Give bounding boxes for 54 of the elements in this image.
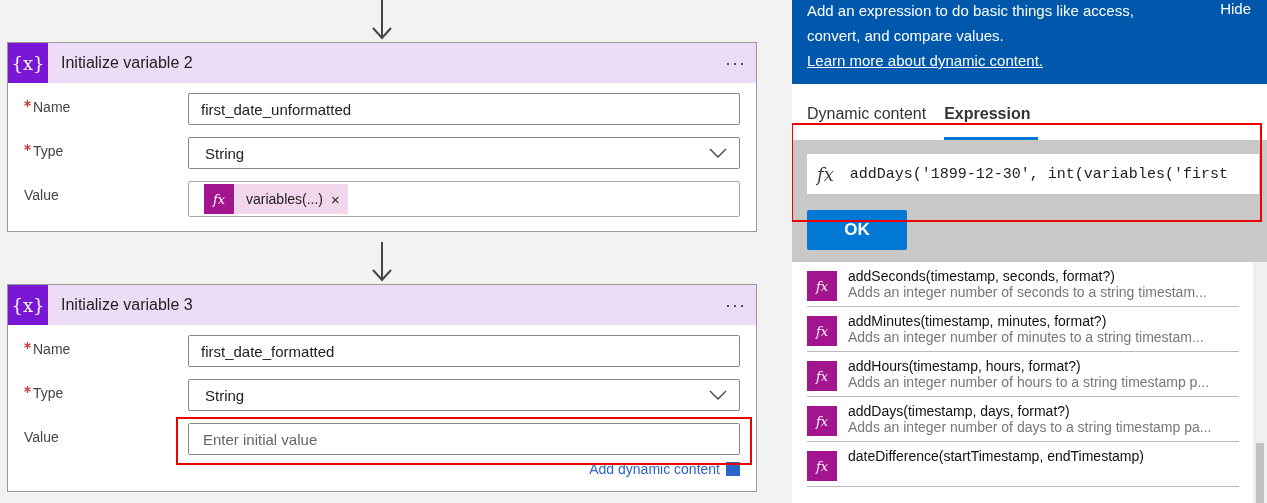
ok-button[interactable]: OK [807, 210, 907, 250]
scrollbar[interactable] [1253, 262, 1267, 503]
function-icon: fx [204, 184, 234, 214]
more-button[interactable]: ··· [715, 294, 756, 316]
panel-tab[interactable]: Dynamic content [807, 105, 927, 140]
type-dropdown[interactable]: String [188, 137, 740, 169]
function-description: Adds an integer number of days to a string timestamp pa... [848, 419, 1212, 435]
function-icon: fx [807, 361, 837, 391]
function-description: Adds an integer number of hours to a string timestamp p... [848, 374, 1210, 390]
more-button[interactable]: ··· [715, 52, 756, 74]
intro-text: Add an expression to do basic things like access, convert, and compare values. Learn more about dynamic content. [807, 1, 1135, 71]
function-item[interactable]: fx addDays(timestamp, days, format?) Adds an integer number of days to a string timestamp pa... [807, 397, 1239, 442]
remove-icon[interactable]: × [331, 190, 340, 208]
hide-button[interactable]: Hide [1220, 0, 1251, 17]
function-item[interactable]: fx addMinutes(timestamp, minutes, format?) Adds an integer number of minutes to a string timestam... [807, 307, 1239, 352]
function-name: addMinutes(timestamp, minutes, format?) [848, 313, 1108, 329]
text-field[interactable]: first_date_formatted [188, 335, 740, 367]
function-item[interactable]: fx addHours(timestamp, hours, format?) Adds an integer number of hours to a string timestamp p... [807, 352, 1239, 397]
chevron-down-icon [709, 148, 727, 158]
down-arrow-icon [370, 242, 394, 284]
function-icon: fx [807, 316, 837, 346]
variable-icon: {x} [8, 43, 48, 83]
function-item[interactable]: fx dateDifference(startTimestamp, endTimestamp) [807, 442, 1239, 487]
function-name: addHours(timestamp, hours, format?) [848, 358, 1082, 374]
text-field[interactable]: first_date_unformatted [188, 93, 740, 125]
function-description: Adds an integer number of seconds to a string timestam... [848, 284, 1207, 300]
field-label: Type [33, 143, 64, 159]
field-label: Type [33, 385, 64, 401]
variable-icon: {x} [8, 285, 48, 325]
learn-more-link[interactable]: Learn more about dynamic content. [807, 52, 1043, 69]
chevron-down-icon [709, 390, 727, 400]
field-label: Value [24, 429, 59, 445]
type-dropdown[interactable]: String [188, 379, 740, 411]
function-icon: fx [807, 451, 837, 481]
card-title: Initialize variable 2 [60, 54, 194, 72]
function-item[interactable]: fx addSeconds(timestamp, seconds, format?) Adds an integer number of seconds to a string timestam... [807, 262, 1239, 307]
function-name: addDays(timestamp, days, format?) [848, 403, 1071, 419]
function-icon: fx [807, 163, 850, 185]
value-input-field[interactable]: Enter initial value [188, 423, 740, 455]
function-name: addSeconds(timestamp, seconds, format?) [848, 268, 1116, 284]
card-title: Initialize variable 3 [60, 296, 194, 314]
function-name: dateDifference(startTimestamp, endTimestamp) [848, 448, 1144, 464]
field-label: Name [33, 341, 71, 357]
value-field[interactable]: fx variables(...) × [188, 181, 740, 217]
function-icon: fx [807, 271, 837, 301]
field-label: Value [24, 187, 59, 203]
function-icon: fx [807, 406, 837, 436]
expression-field[interactable]: fx addDays('1899-12-30', int(variables('first [807, 154, 1259, 194]
card-header[interactable]: {x} Initialize variable 3 ··· [8, 285, 756, 325]
field-label: Name [33, 99, 71, 115]
card-header[interactable]: {x} Initialize variable 2 ··· [8, 43, 756, 83]
expression-token[interactable]: fx variables(...) × [204, 184, 348, 214]
down-arrow-icon [370, 0, 394, 42]
function-description: Adds an integer number of minutes to a string timestam... [848, 329, 1204, 345]
